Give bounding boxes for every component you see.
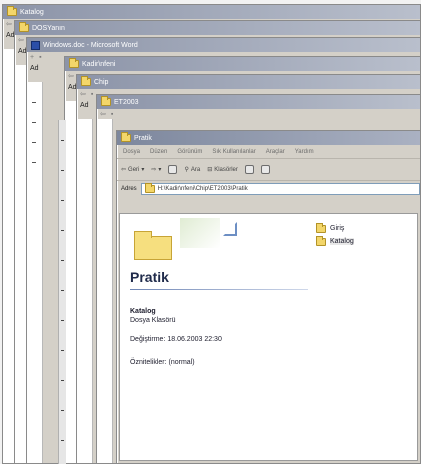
window-title: Kadir\nfeni: [82, 60, 116, 68]
address-label: Adres: [121, 186, 137, 192]
menu-edit[interactable]: Düzen: [150, 149, 167, 155]
titlebar[interactable]: Pratik: [117, 131, 420, 145]
menu-tools[interactable]: Araçlar: [266, 149, 285, 155]
document-page: [27, 82, 43, 463]
menu-help[interactable]: Yardım: [295, 149, 314, 155]
back-arrow-icon: ⇦: [121, 167, 127, 173]
folder-icon: [144, 183, 155, 193]
selected-item-type: Dosya Klasörü: [130, 317, 176, 324]
search-button[interactable]: ⚲ Ara: [184, 166, 201, 174]
back-button[interactable]: ⇦ Geri ▾: [121, 166, 145, 174]
address-path: H:\Kadir\nfeni\Chip\ET2003\Pratik: [157, 186, 248, 192]
up-folder-icon[interactable]: [168, 165, 178, 174]
selected-item-modified: Değiştirme: 18.06.2003 22:30: [130, 336, 222, 343]
search-label: Ara: [190, 166, 201, 173]
selected-item-name: Katalog: [130, 308, 156, 315]
forward-arrow-icon: ⇨: [151, 167, 157, 173]
folder-icon: [81, 76, 91, 86]
folder-icon: [101, 96, 111, 106]
menu-file[interactable]: Dosya: [123, 149, 140, 155]
menu-favorites[interactable]: Sık Kullanılanlar: [212, 149, 255, 155]
file-list: Giriş Katalog: [316, 222, 354, 248]
list-item[interactable]: Katalog: [316, 235, 354, 248]
word-icon: [31, 40, 40, 50]
folder-icon: [19, 22, 29, 32]
folder-icon: [69, 58, 79, 68]
side-panel: [77, 119, 93, 463]
chevron-down-icon: ▾: [158, 167, 162, 173]
titlebar[interactable]: Katalog: [3, 5, 420, 19]
window-title: Katalog: [20, 8, 44, 16]
titlebar[interactable]: ET2003: [97, 95, 420, 109]
folder-content[interactable]: Pratik Katalog Dosya Klasörü Değiştirme:…: [119, 213, 418, 461]
address-bar: Adres H:\Kadir\nfeni\Chip\ET2003\Pratik: [117, 181, 420, 197]
back-label: Geri: [128, 166, 140, 173]
window-title: Pratik: [134, 134, 152, 142]
folders-button[interactable]: ⊟ Klasörler: [207, 166, 238, 174]
views-icon[interactable]: [260, 165, 270, 174]
ruler-scrollbar[interactable]: [58, 120, 66, 464]
folders-label: Klasörler: [214, 166, 238, 173]
forward-button[interactable]: ⇨ ▾: [151, 166, 161, 173]
search-icon: ⚲: [184, 167, 189, 173]
titlebar[interactable]: Chip: [77, 75, 420, 89]
window-title: DOSYanın: [32, 24, 65, 32]
file-name: Katalog: [330, 238, 354, 245]
window-title: Windows.doc - Microsoft Word: [43, 41, 138, 49]
folder-icon: [316, 222, 326, 233]
folders-icon: ⊟: [207, 167, 213, 173]
chevron-down-icon: ▾: [141, 167, 145, 173]
titlebar[interactable]: Windows.doc - Microsoft Word: [27, 38, 420, 52]
menu-view[interactable]: Görünüm: [177, 149, 202, 155]
folder-icon: [7, 6, 17, 16]
folder-icon: [316, 235, 326, 246]
window-title: Chip: [94, 78, 109, 86]
webview-decoration: [180, 218, 220, 248]
large-folder-icon: [134, 231, 172, 260]
webview-decoration: [223, 222, 237, 236]
history-icon[interactable]: [244, 165, 254, 174]
address-input[interactable]: H:\Kadir\nfeni\Chip\ET2003\Pratik: [140, 183, 420, 195]
toolbar: ⇦ Geri ▾ ⇨ ▾ ⚲ Ara ⊟ Klasörler: [117, 159, 420, 181]
folder-title: Pratik: [130, 269, 169, 285]
window-pratik[interactable]: Pratik Dosya Düzen Görünüm Sık Kullanıla…: [116, 130, 421, 464]
titlebar[interactable]: DOSYanın: [15, 21, 420, 35]
side-panel: [97, 119, 113, 463]
file-name: Giriş: [330, 225, 345, 232]
menu-bar: Dosya Düzen Görünüm Sık Kullanılanlar Ar…: [117, 145, 420, 159]
window-title: ET2003: [114, 98, 139, 106]
web-view-panel: Pratik Katalog Dosya Klasörü Değiştirme:…: [120, 214, 310, 460]
titlebar[interactable]: Kadir\nfeni: [65, 57, 420, 71]
menu-strip: ⇦▪: [100, 110, 114, 119]
title-divider: [130, 289, 308, 290]
selected-item-attributes: Öznitelikler: (normal): [130, 359, 195, 366]
list-item[interactable]: Giriş: [316, 222, 354, 235]
folder-icon: [121, 132, 131, 142]
